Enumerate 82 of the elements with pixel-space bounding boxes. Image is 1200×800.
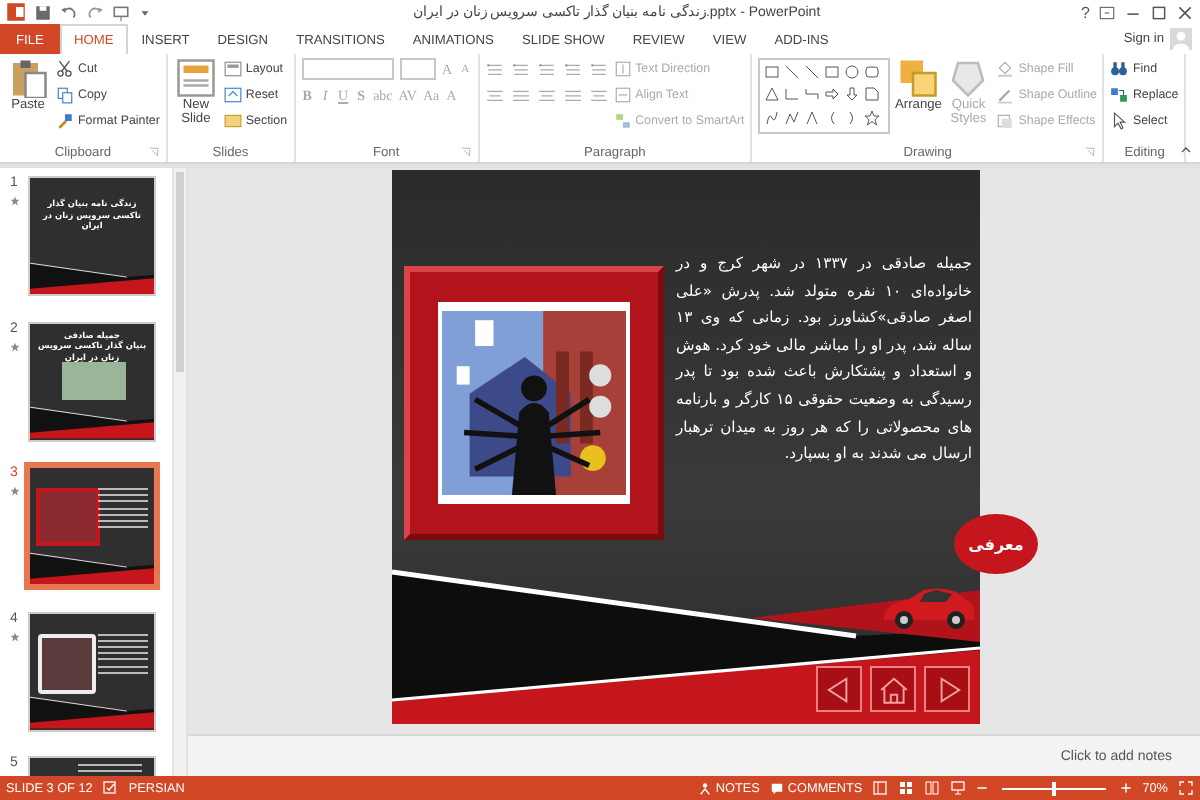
help-button[interactable]: ? [1081,3,1090,21]
curve-icon[interactable] [764,109,781,126]
triangle-icon[interactable] [764,86,781,103]
arrange-icon [898,58,939,98]
caret-icon[interactable] [138,5,152,19]
right-arrow-icon[interactable] [824,86,841,103]
star-icon[interactable] [864,109,881,126]
undo-arrow-icon[interactable] [60,3,78,21]
text-direction-icon [613,60,632,78]
angle-icon[interactable] [804,109,821,126]
slideshow-icon[interactable] [950,780,967,796]
increase-indent-icon[interactable] [563,62,582,80]
slide-decoration-drawing [30,696,154,729]
decrease-indent-icon[interactable] [537,62,556,80]
align-right-icon[interactable] [537,88,556,106]
photo-placeholder [62,361,126,399]
dialog-launcher-icon[interactable] [459,146,472,158]
justify-icon[interactable] [563,88,582,106]
normal-view-icon[interactable] [872,780,889,796]
slide-decoration-drawing [30,551,154,584]
dialog-launcher-icon[interactable] [1084,146,1097,158]
slide-decoration-drawing [30,261,154,294]
star-icon [9,341,19,351]
picture-placeholder [36,488,100,546]
close-icon[interactable] [1176,3,1194,21]
numbering-icon[interactable] [511,62,530,80]
home-button[interactable] [870,666,916,712]
presentation-icon[interactable] [112,3,130,21]
zoom-out-icon[interactable] [976,782,989,794]
down-arrow-icon[interactable] [844,86,861,103]
zoom-slider-thumb[interactable] [1052,781,1057,795]
spell-check-icon[interactable] [102,780,119,796]
fit-to-window-icon[interactable] [1178,780,1194,796]
slide-decoration-drawing [30,406,154,439]
align-text-icon [613,86,632,104]
star-icon [9,196,19,206]
previous-button[interactable] [816,666,862,712]
slide-thumbnail[interactable] [28,466,156,586]
paintbrush-icon [56,112,74,130]
pen-icon [996,86,1015,104]
line-icon[interactable] [784,64,801,80]
font-name-field[interactable] [301,58,394,80]
rounded-rectangle-icon[interactable] [864,64,881,80]
section-icon [223,112,242,130]
layout-icon [223,60,242,78]
align-center-icon[interactable] [511,88,530,106]
dialog-launcher-icon[interactable] [147,146,160,158]
effects-icon [996,112,1015,130]
scissors-icon [56,60,74,78]
align-left-icon[interactable] [485,88,504,106]
smartart-icon [613,112,632,130]
house-icon [877,673,909,705]
comment-icon [769,781,784,795]
line-icon[interactable] [804,64,821,80]
binoculars-icon [1110,60,1129,78]
freeform-icon[interactable] [784,109,801,126]
next-button[interactable] [924,666,970,712]
ribbon-display-icon[interactable] [1098,3,1116,21]
picture-placeholder [38,633,96,693]
reset-icon [223,86,242,104]
callout-bubble: معرفی [954,514,1038,574]
slide-thumbnail[interactable] [28,611,156,731]
columns-icon[interactable] [589,88,608,106]
slide-sorter-icon[interactable] [898,780,915,796]
bullets-icon[interactable] [485,62,504,80]
line-spacing-icon[interactable] [589,62,608,80]
scrollbar[interactable] [172,168,186,776]
maximize-icon[interactable] [1150,3,1168,21]
star-icon [9,631,19,641]
app-icon[interactable] [6,2,26,22]
oval-icon[interactable] [844,64,861,80]
replace-icon [1110,86,1129,104]
shapes-gallery[interactable] [758,58,891,134]
copy-icon [56,86,74,104]
quick-styles-icon [948,58,989,98]
cursor-icon [1110,112,1129,130]
font-size-field[interactable] [399,58,436,80]
star-icon [9,486,19,496]
redo-arrow-icon[interactable] [86,3,104,21]
collapse-ribbon-icon[interactable] [1178,142,1194,158]
zoom-in-icon[interactable] [1120,782,1133,794]
reading-view-icon[interactable] [924,780,941,796]
